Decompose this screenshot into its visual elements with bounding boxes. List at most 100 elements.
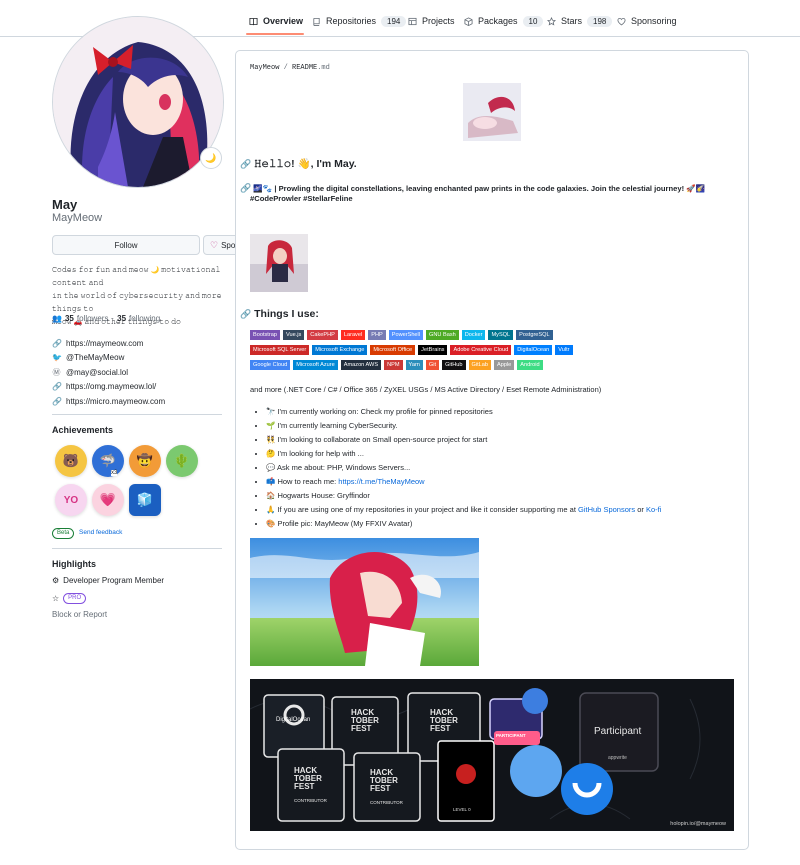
tech-badge: Yarn xyxy=(405,360,423,370)
yolo-icon: 🤠 xyxy=(136,453,154,468)
tech-badge: Google Cloud xyxy=(250,360,291,370)
holopin-card-label: CONTRIBUTOR xyxy=(370,800,403,805)
achievements-title: Achievements xyxy=(52,425,114,435)
list-text: Ask me about: PHP, Windows Servers... xyxy=(277,463,411,472)
following-count[interactable]: 35 xyxy=(117,314,126,323)
path-separator: / xyxy=(279,64,293,72)
telegram-link[interactable]: https://t.me/TheMayMeow xyxy=(338,477,424,486)
website-link[interactable]: 🔗 https://maymeow.com xyxy=(52,336,165,351)
list-item: 🌱 I'm currently learning CyberSecurity. xyxy=(266,419,661,433)
pixel-avatar-image xyxy=(250,234,308,292)
about-list: 🔭 I'm currently working on: Check my pro… xyxy=(256,405,661,531)
tech-badge: Vultr xyxy=(555,345,573,355)
list-item: 📫 How to reach me: https://t.me/TheMayMe… xyxy=(266,475,661,489)
tech-badge: Vue.js xyxy=(282,330,305,340)
achievement-badge[interactable]: YO xyxy=(55,484,87,516)
anchor-link-icon[interactable]: 🔗 xyxy=(240,183,251,193)
bio-line: 𝚒𝚗 𝚝𝚑𝚎 𝚠𝚘𝚛𝚕𝚍 𝚘𝚏 𝚌𝚢𝚋𝚎𝚛𝚜𝚎𝚌𝚞𝚛𝚒𝚝𝚢 𝚊𝚗𝚍 𝚖𝚘𝚛𝚎 𝚝… xyxy=(52,293,222,313)
anchor-link-icon[interactable]: 🔗 xyxy=(240,159,251,169)
micro-link[interactable]: 🔗 https://micro.maymeow.com xyxy=(52,394,165,409)
tab-sponsoring[interactable]: Sponsoring xyxy=(617,8,677,34)
readme-file[interactable]: README xyxy=(292,64,317,72)
list-text: If you are using one of my repositories … xyxy=(277,505,579,514)
holopin-footer[interactable]: holopin.io/@maymeow xyxy=(670,821,726,827)
link-text[interactable]: https://maymeow.com xyxy=(66,339,143,348)
readme-owner[interactable]: MayMeow xyxy=(250,64,279,72)
tech-badge: GitHub xyxy=(442,360,466,370)
list-item: 🙏 If you are using one of my repositorie… xyxy=(266,503,661,517)
link-text[interactable]: @may@social.lol xyxy=(66,368,128,377)
developer-program-highlight: ⚙ Developer Program Member xyxy=(52,576,164,585)
tab-label: Overview xyxy=(263,16,304,26)
holopin-card-label: FEST xyxy=(351,724,372,733)
followers-label[interactable]: followers xyxy=(77,314,109,323)
link-text[interactable]: https://omg.maymeow.lol/ xyxy=(66,382,156,391)
tab-overview[interactable]: Overview xyxy=(249,8,303,34)
holopin-card-label: Participant xyxy=(594,726,642,737)
avatar[interactable] xyxy=(52,16,224,188)
star-icon: ☆ xyxy=(52,594,60,603)
link-text[interactable]: @TheMayMeow xyxy=(66,353,124,362)
followers-count[interactable]: 35 xyxy=(65,314,74,323)
beta-badge: Beta xyxy=(52,528,75,539)
tab-packages[interactable]: Packages 10 xyxy=(464,8,544,34)
tech-badge: PHP xyxy=(368,330,386,340)
tab-stars[interactable]: Stars 198 xyxy=(547,8,613,34)
block-or-report-link[interactable]: Block or Report xyxy=(52,610,107,619)
tab-repositories[interactable]: Repositories 194 xyxy=(312,8,407,34)
tech-badge: GitLab xyxy=(468,360,491,370)
people-icon: 👯 xyxy=(266,435,276,444)
list-text: I'm looking for help with ... xyxy=(277,449,364,458)
achievement-badge[interactable]: 🦈 xyxy=(92,445,124,477)
anchor-link-icon[interactable]: 🔗 xyxy=(240,309,251,319)
list-text: Profile pic: MayMeow (My FFXIV Avatar) xyxy=(277,519,413,528)
link-text[interactable]: https://micro.maymeow.com xyxy=(66,397,165,406)
tech-badge: Amazon AWS xyxy=(340,360,382,370)
pray-icon: 🙏 xyxy=(266,505,276,514)
palette-icon: 🎨 xyxy=(266,519,276,528)
speech-icon: 💬 xyxy=(266,463,276,472)
tech-badge: Microsoft Exchange xyxy=(312,345,368,355)
twitter-link[interactable]: 🐦 @TheMayMeow xyxy=(52,351,165,366)
table-icon xyxy=(408,17,417,25)
holopin-card-label: FEST xyxy=(370,784,391,793)
list-text: How to reach me: xyxy=(277,477,339,486)
tech-badge: Microsoft SQL Server xyxy=(250,345,310,355)
holopin-card-label: DigitalOcean xyxy=(276,717,311,723)
hacktoberfest-card: HACK TOBER FEST CONTRIBUTOR xyxy=(370,769,403,807)
github-sponsors-link[interactable]: GitHub Sponsors xyxy=(578,505,635,514)
achievement-badge[interactable]: 🧊 xyxy=(129,484,161,516)
list-item: 👯 I'm looking to collaborate on Small op… xyxy=(266,433,661,447)
tech-badge: Microsoft Azure xyxy=(293,360,338,370)
mailbox-icon: 📫 xyxy=(266,477,276,486)
link-icon: 🔗 xyxy=(52,382,62,392)
omg-link[interactable]: 🔗 https://omg.maymeow.lol/ xyxy=(52,380,165,395)
tech-badge: Docker xyxy=(461,330,486,340)
heart-icon xyxy=(617,17,626,25)
hacktoberfest-card: HACK TOBER FEST CONTRIBUTOR xyxy=(294,767,327,805)
kofi-link[interactable]: Ko-fi xyxy=(646,505,661,514)
list-item: 🎨 Profile pic: MayMeow (My FFXIV Avatar) xyxy=(266,517,661,531)
mastodon-link[interactable]: Ⓜ @may@social.lol xyxy=(52,365,165,380)
send-feedback-link[interactable]: Send feedback xyxy=(79,529,122,536)
tech-badge: NPM xyxy=(384,360,403,370)
tab-label: Repositories xyxy=(326,16,377,26)
star-icon xyxy=(547,16,556,26)
tech-badge: Apple xyxy=(493,360,515,370)
achievement-badge[interactable]: 🐻 xyxy=(55,445,87,477)
tab-projects[interactable]: Projects xyxy=(408,8,455,34)
follow-button[interactable]: Follow xyxy=(52,235,200,255)
achievement-badge[interactable]: 💗 xyxy=(92,484,124,516)
tech-badge: GNU Bash xyxy=(426,330,459,340)
achievement-badge[interactable]: 🤠 xyxy=(129,445,161,477)
quickdraw-icon: 🌵 xyxy=(173,453,191,468)
bio-line: 𝙲𝚘𝚍𝚎𝚜 𝚏𝚘𝚛 𝚏𝚞𝚗 𝚊𝚗𝚍 𝚖𝚎𝚘𝚠 🌙 𝚖𝚘𝚝𝚒𝚟𝚊𝚝𝚒𝚘𝚗𝚊𝚕 𝚌𝚘… xyxy=(52,267,221,287)
achievement-badge[interactable]: 🌵 xyxy=(166,445,198,477)
following-label[interactable]: following xyxy=(129,314,160,323)
hashtags-text: #CodeProwler #StellarFeline xyxy=(250,194,353,203)
heart-icon: ♡ xyxy=(210,239,219,250)
tech-badge: Laravel xyxy=(340,330,366,340)
status-emoji[interactable]: 🌙 xyxy=(200,147,222,169)
tech-line: and more (.NET Core / C# / Office 365 / … xyxy=(250,385,602,394)
list-text: or xyxy=(635,505,646,514)
